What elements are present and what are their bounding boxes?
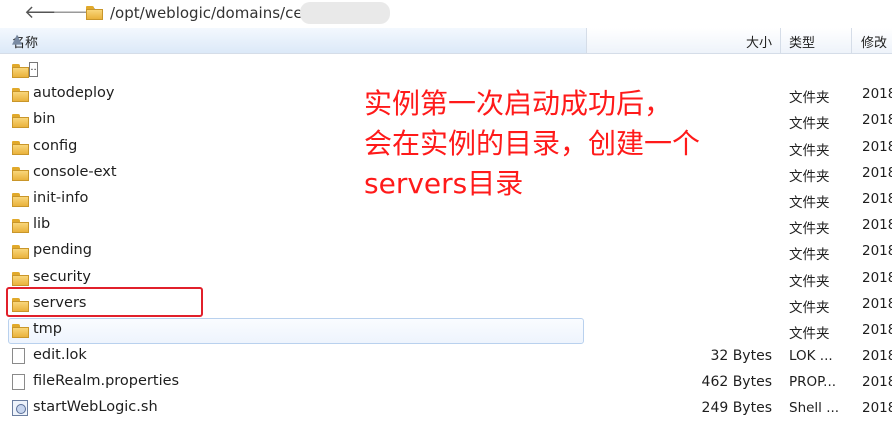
file-type: 文件夹 [789, 273, 830, 290]
file-type: 文件夹 [789, 325, 830, 342]
shell-script-icon [12, 400, 28, 417]
file-modified: 2018 [862, 138, 892, 155]
folder-icon [12, 271, 29, 286]
folder-icon [12, 166, 29, 181]
file-type: 文件夹 [789, 90, 830, 107]
list-item[interactable]: edit.lok 32 Bytes LOK ... 2018 [0, 344, 892, 370]
list-item[interactable]: startWebLogic.sh 249 Bytes Shell ... 201… [0, 396, 892, 422]
file-modified: 2018 [862, 86, 892, 103]
annotation-text: 实例第一次启动成功后， 会在实例的目录，创建一个 servers目录 [364, 84, 794, 204]
address-bar: 🡐 🡒 /opt/weblogic/domains/ce [0, 0, 892, 28]
list-item[interactable]: .. [0, 56, 892, 82]
folder-icon [12, 219, 29, 234]
file-modified: 2018 [862, 190, 892, 207]
file-modified: 2018 [862, 374, 892, 391]
annotation-line: 会在实例的目录，创建一个 [364, 127, 701, 160]
file-size: 462 Bytes [701, 374, 772, 391]
file-type: 文件夹 [789, 299, 830, 316]
file-name: fileRealm.properties [33, 373, 180, 390]
file-modified: 2018 [862, 348, 892, 365]
file-modified: 2018 [862, 217, 892, 234]
file-size: 249 Bytes [701, 400, 772, 417]
file-type: LOK ... [789, 348, 833, 365]
file-name: bin [33, 111, 56, 128]
file-modified: 2018 [862, 295, 892, 312]
file-type: 文件夹 [789, 116, 830, 133]
folder-icon [12, 114, 29, 129]
file-type: 文件夹 [789, 221, 830, 238]
list-item[interactable]: lib 文件夹 2018 [0, 213, 892, 239]
annotation-line: 实例第一次启动成功后， [364, 87, 673, 120]
list-item-hovered[interactable]: tmp 文件夹 2018 [0, 317, 892, 345]
file-name: config [33, 137, 78, 154]
folder-icon [86, 6, 103, 20]
folder-icon [12, 192, 29, 207]
file-name: edit.lok [33, 347, 87, 364]
annotation-line: servers目录 [364, 167, 524, 200]
file-name: lib [33, 216, 51, 233]
file-size: 32 Bytes [710, 348, 772, 365]
list-item[interactable]: fileRealm.properties 462 Bytes PROP... 2… [0, 370, 892, 396]
file-type: Shell ... [789, 400, 840, 417]
folder-icon [12, 88, 29, 103]
file-type: 文件夹 [789, 194, 830, 211]
list-item[interactable]: security 文件夹 2018 [0, 266, 892, 292]
folder-icon [12, 245, 29, 260]
file-modified: 2018 [862, 243, 892, 260]
file-name: servers [33, 294, 87, 311]
list-item[interactable]: pending 文件夹 2018 [0, 239, 892, 265]
column-header-name[interactable]: 名称 ▲ [0, 28, 587, 53]
folder-icon [12, 323, 29, 338]
file-icon [12, 374, 25, 391]
column-modified-label: 修改 [861, 36, 888, 51]
file-icon [12, 348, 25, 365]
file-name: tmp [33, 320, 63, 337]
file-type: 文件夹 [789, 142, 830, 159]
address-path[interactable]: /opt/weblogic/domains/ce [110, 4, 303, 22]
file-name: autodeploy [33, 85, 115, 102]
file-modified: 2018 [862, 400, 892, 417]
file-name: init-info [33, 189, 89, 206]
column-size-label: 大小 [745, 36, 772, 51]
file-name: console-ext [33, 163, 117, 180]
file-name: startWebLogic.sh [33, 399, 158, 416]
file-modified: 2018 [862, 321, 892, 338]
file-type: 文件夹 [789, 247, 830, 264]
parent-folder-icon: .. [12, 62, 38, 78]
sort-ascending-icon: ▲ [12, 32, 22, 47]
list-item-servers[interactable]: servers 文件夹 2018 [0, 292, 892, 318]
file-type: PROP... [789, 374, 837, 391]
file-name: pending [33, 242, 92, 259]
file-modified: 2018 [862, 164, 892, 181]
folder-icon [12, 297, 29, 312]
file-modified: 2018 [862, 112, 892, 129]
file-modified: 2018 [862, 269, 892, 286]
file-type: 文件夹 [789, 168, 830, 185]
column-type-label: 类型 [789, 36, 816, 51]
column-header-bar: 名称 ▲ 大小 类型 修改 [0, 28, 892, 54]
column-header-modified[interactable]: 修改 [852, 28, 892, 53]
column-header-size[interactable]: 大小 [587, 28, 781, 53]
file-name: security [33, 268, 91, 285]
redacted-path-segment [300, 2, 390, 24]
folder-icon [12, 140, 29, 155]
column-header-type[interactable]: 类型 [781, 28, 852, 53]
